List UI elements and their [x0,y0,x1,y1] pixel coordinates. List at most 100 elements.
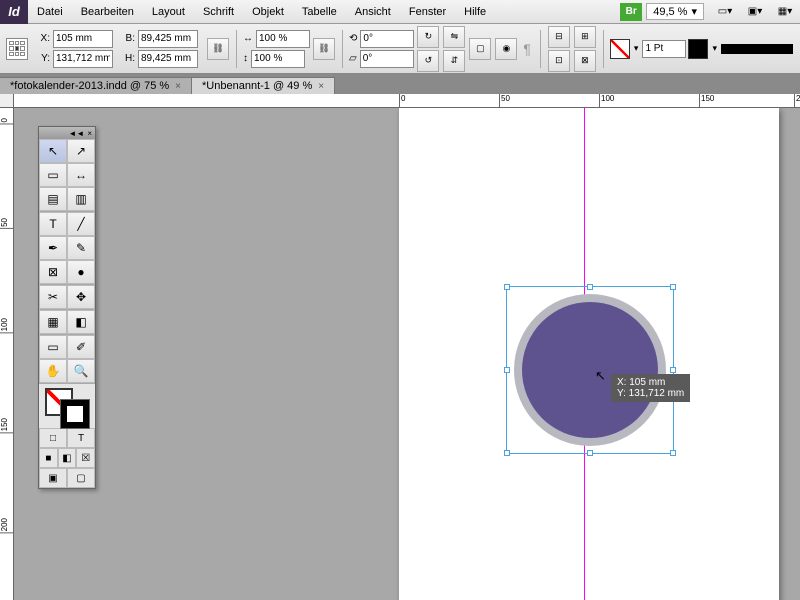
pen-tool[interactable]: ✒ [39,236,67,260]
scale-y-icon: ↕ [243,53,248,64]
canvas[interactable]: ↖ X: 105 mm Y: 131,712 mm [14,108,800,600]
gradient-swatch-tool[interactable]: ▦ [39,310,67,334]
fill-stroke-control[interactable] [39,384,95,428]
arrange-icon[interactable]: ▦▾ [774,3,796,21]
tab-unbenannt[interactable]: *Unbenannt-1 @ 49 %× [192,77,335,94]
constrain-scale-icon[interactable]: ⛓ [313,38,335,60]
height-input[interactable] [138,50,198,68]
h-label: H: [121,53,135,64]
tools-panel[interactable]: ◄◄× ↖ ↗ ▭ ↔ ▤ ▥ T ╱ ✒ ✎ ⊠ ● ✂ ✥ ▦ ◧ ▭ ✐ … [38,126,96,489]
eyedropper-tool[interactable]: ✐ [67,335,95,359]
chevron-down-icon[interactable]: ▾ [634,43,639,54]
tab-fotokalender[interactable]: *fotokalender-2013.indd @ 75 %× [0,77,192,94]
stroke-style[interactable] [721,44,793,54]
apply-color-icon[interactable]: □ [39,428,67,448]
x-label: X: [36,33,50,44]
screen-mode-icon[interactable]: ▣▾ [744,3,766,21]
close-icon[interactable]: × [87,129,92,138]
apply-text-icon[interactable]: T [67,428,95,448]
scissors-tool[interactable]: ✂ [39,285,67,309]
menu-tabelle[interactable]: Tabelle [293,6,346,18]
rotate-input[interactable]: 0° [360,30,414,48]
scale-x-input[interactable]: 100 % [256,30,310,48]
menu-ansicht[interactable]: Ansicht [346,6,400,18]
horizontal-ruler[interactable]: 0 50 100 150 200 [14,94,800,108]
menu-objekt[interactable]: Objekt [243,6,293,18]
content-collector-tool[interactable]: ▤ [39,187,67,211]
zoom-level[interactable]: 49,5 % ▾ [646,3,704,20]
align-2-icon[interactable]: ⊞ [574,26,596,48]
note-tool[interactable]: ▭ [39,335,67,359]
page-tool[interactable]: ▭ [39,163,67,187]
menu-layout[interactable]: Layout [143,6,194,18]
view-mode-preview-icon[interactable]: ▢ [67,468,95,488]
flip-v-icon[interactable]: ⇵ [443,50,465,72]
line-tool[interactable]: ╱ [67,212,95,236]
align-1-icon[interactable]: ⊟ [548,26,570,48]
direct-selection-tool[interactable]: ↗ [67,139,95,163]
chevron-down-icon[interactable]: ▾ [712,43,717,54]
constrain-icon[interactable]: ⛓ [207,38,229,60]
y-label: Y: [36,53,50,64]
cursor-icon: ↖ [595,368,606,384]
x-input[interactable] [53,30,113,48]
type-tool[interactable]: T [39,212,67,236]
select-container-icon[interactable]: ▢ [469,38,491,60]
reference-point[interactable] [6,38,28,60]
vertical-ruler[interactable]: 0 50 100 150 200 [0,108,14,600]
position-tooltip: X: 105 mm Y: 131,712 mm [611,374,690,402]
scale-x-icon: ↔ [243,33,253,44]
free-transform-tool[interactable]: ✥ [67,285,95,309]
flip-h-icon[interactable]: ⇋ [443,26,465,48]
hand-tool[interactable]: ✋ [39,359,67,383]
rotate-icon: ⟲ [349,33,357,44]
app-icon: Id [0,0,28,24]
w-label: B: [121,33,135,44]
ruler-origin[interactable] [0,94,14,108]
close-icon[interactable]: × [318,81,324,92]
stroke-color[interactable] [61,400,89,428]
view-mode-normal-icon[interactable]: ▣ [39,468,67,488]
zoom-value: 49,5 % [653,6,687,18]
none-mode-icon[interactable]: ☒ [76,448,95,468]
scale-y-input[interactable]: 100 % [251,50,305,68]
rotate-cw-icon[interactable]: ↻ [417,26,439,48]
ellipse-tool[interactable]: ● [67,260,95,284]
gradient-mode-icon[interactable]: ◧ [58,448,77,468]
gap-tool[interactable]: ↔ [67,163,95,187]
y-input[interactable] [53,50,113,68]
menu-datei[interactable]: Datei [28,6,72,18]
paragraph-style-icon: ¶ [523,41,531,57]
selection-tool[interactable]: ↖ [39,139,67,163]
color-mode-icon[interactable]: ■ [39,448,58,468]
shear-icon: ▱ [349,53,357,64]
close-icon[interactable]: × [175,81,181,92]
zoom-tool[interactable]: 🔍 [67,359,95,383]
control-bar: X: Y: B: H: ⛓ ↔100 % ↕100 % ⛓ ⟲0° ▱0° ↻ … [0,24,800,74]
panel-header[interactable]: ◄◄× [39,127,95,139]
shear-input[interactable]: 0° [360,50,414,68]
workspace: 0 50 100 150 200 0 50 100 150 200 ↖ X: 1… [0,94,800,600]
select-content-icon[interactable]: ◉ [495,38,517,60]
selection-bounds[interactable] [506,286,674,454]
menu-fenster[interactable]: Fenster [400,6,455,18]
menu-bar: Id Datei Bearbeiten Layout Schrift Objek… [0,0,800,24]
rectangle-frame-tool[interactable]: ⊠ [39,260,67,284]
content-placer-tool[interactable]: ▥ [67,187,95,211]
align-3-icon[interactable]: ⊡ [548,50,570,72]
align-4-icon[interactable]: ⊠ [574,50,596,72]
stroke-weight-input[interactable] [642,40,686,58]
menu-bearbeiten[interactable]: Bearbeiten [72,6,143,18]
chevron-down-icon: ▾ [691,5,697,18]
menu-schrift[interactable]: Schrift [194,6,243,18]
menu-hilfe[interactable]: Hilfe [455,6,495,18]
width-input[interactable] [138,30,198,48]
collapse-icon[interactable]: ◄◄ [68,129,84,138]
view-options-icon[interactable]: ▭▾ [714,3,736,21]
gradient-feather-tool[interactable]: ◧ [67,310,95,334]
stroke-swatch[interactable] [688,39,708,59]
bridge-button[interactable]: Br [620,3,642,21]
fill-swatch[interactable] [610,39,630,59]
rotate-ccw-icon[interactable]: ↺ [417,50,439,72]
pencil-tool[interactable]: ✎ [67,236,95,260]
